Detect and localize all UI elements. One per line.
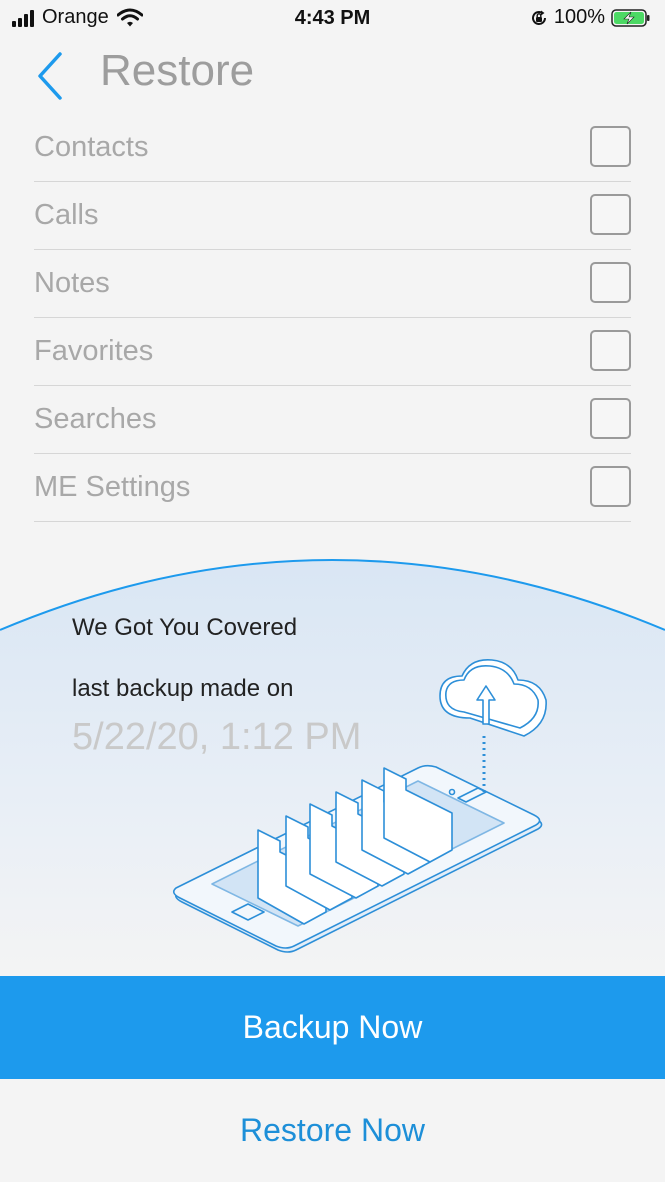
list-item-searches[interactable]: Searches bbox=[34, 386, 631, 454]
wifi-icon bbox=[116, 8, 143, 26]
item-label: Notes bbox=[34, 267, 110, 299]
contacts-checkbox[interactable] bbox=[590, 126, 631, 167]
signal-icon bbox=[12, 9, 34, 27]
item-label: ME Settings bbox=[34, 471, 191, 503]
restore-items-list: Contacts Calls Notes Favorites Searches … bbox=[34, 114, 631, 522]
item-label: Contacts bbox=[34, 131, 149, 163]
list-item-notes[interactable]: Notes bbox=[34, 250, 631, 318]
list-item-me-settings[interactable]: ME Settings bbox=[34, 454, 631, 522]
list-item-contacts[interactable]: Contacts bbox=[34, 114, 631, 182]
list-item-calls[interactable]: Calls bbox=[34, 182, 631, 250]
last-backup-date: 5/22/20, 1:12 PM bbox=[72, 716, 362, 758]
carrier-name: Orange bbox=[42, 6, 109, 28]
page-title: Restore bbox=[100, 46, 255, 95]
list-item-favorites[interactable]: Favorites bbox=[34, 318, 631, 386]
status-bar: Orange 4:43 PM 100% bbox=[0, 0, 665, 38]
searches-checkbox[interactable] bbox=[590, 398, 631, 439]
restore-now-button[interactable]: Restore Now bbox=[0, 1079, 665, 1182]
battery-charging-icon bbox=[611, 8, 650, 27]
item-label: Searches bbox=[34, 403, 157, 435]
back-button[interactable] bbox=[30, 50, 70, 102]
notes-checkbox[interactable] bbox=[590, 262, 631, 303]
chevron-left-icon bbox=[38, 52, 62, 100]
favorites-checkbox[interactable] bbox=[590, 330, 631, 371]
backup-now-button[interactable]: Backup Now bbox=[0, 976, 665, 1079]
item-label: Favorites bbox=[34, 335, 154, 367]
me-settings-checkbox[interactable] bbox=[590, 466, 631, 507]
battery-percentage: 100% bbox=[553, 6, 605, 28]
calls-checkbox[interactable] bbox=[590, 194, 631, 235]
last-backup-label: last backup made on bbox=[72, 675, 294, 702]
status-left: Orange bbox=[12, 6, 143, 29]
orientation-lock-icon bbox=[531, 10, 546, 25]
status-right: 100% bbox=[530, 6, 651, 29]
covered-heading: We Got You Covered bbox=[72, 614, 298, 641]
backup-illustration bbox=[0, 559, 665, 980]
item-label: Calls bbox=[34, 199, 99, 231]
